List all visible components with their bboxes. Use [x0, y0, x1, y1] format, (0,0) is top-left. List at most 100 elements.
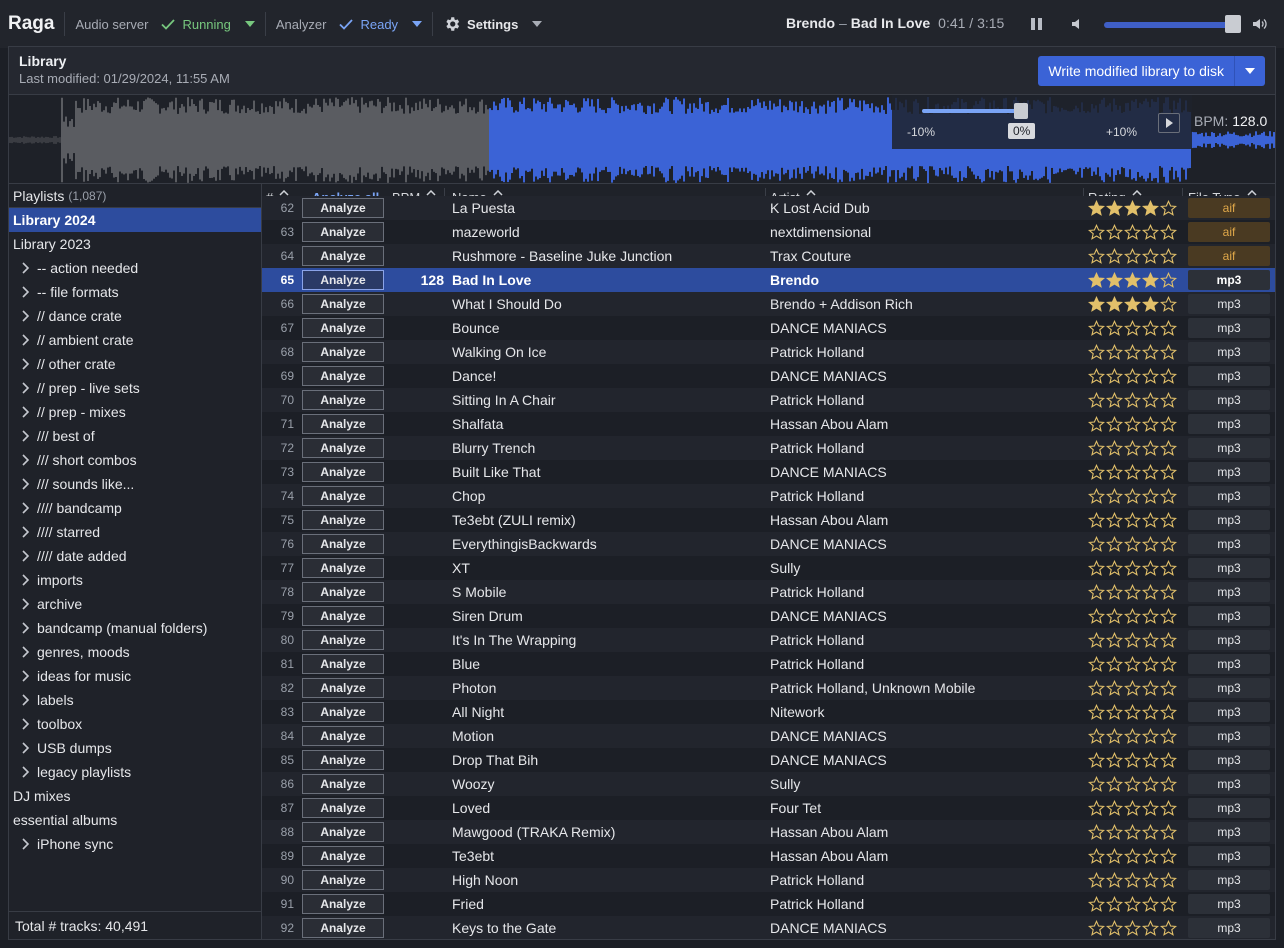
star-empty-icon[interactable] — [1088, 607, 1105, 625]
star-empty-icon[interactable] — [1088, 895, 1105, 913]
star-filled-icon[interactable] — [1088, 271, 1105, 289]
star-empty-icon[interactable] — [1106, 871, 1123, 889]
star-empty-icon[interactable] — [1124, 463, 1141, 481]
analyze-button[interactable]: Analyze — [302, 246, 384, 266]
rating-stars[interactable] — [1088, 727, 1177, 745]
star-filled-icon[interactable] — [1124, 199, 1141, 217]
table-row[interactable]: 77 Analyze XT Sully mp3 — [262, 556, 1275, 580]
tempo-slider[interactable] — [922, 109, 1022, 113]
star-empty-icon[interactable] — [1106, 895, 1123, 913]
analyze-button[interactable]: Analyze — [302, 750, 384, 770]
star-empty-icon[interactable] — [1142, 583, 1159, 601]
star-empty-icon[interactable] — [1160, 895, 1177, 913]
star-empty-icon[interactable] — [1142, 631, 1159, 649]
star-empty-icon[interactable] — [1160, 919, 1177, 937]
table-row[interactable]: 76 Analyze EverythingisBackwards DANCE MANI… — [262, 532, 1275, 556]
rating-stars[interactable] — [1088, 583, 1177, 601]
volume-slider-thumb[interactable] — [1225, 15, 1242, 33]
star-empty-icon[interactable] — [1160, 823, 1177, 841]
analyze-button[interactable]: Analyze — [302, 342, 384, 362]
star-empty-icon[interactable] — [1088, 631, 1105, 649]
star-empty-icon[interactable] — [1142, 655, 1159, 673]
chevron-right-icon[interactable] — [17, 476, 33, 492]
star-empty-icon[interactable] — [1142, 847, 1159, 865]
rating-stars[interactable] — [1088, 631, 1177, 649]
sidebar-item[interactable]: DJ mixes — [9, 784, 261, 808]
chevron-right-icon[interactable] — [17, 452, 33, 468]
chevron-right-icon[interactable] — [17, 740, 33, 756]
star-empty-icon[interactable] — [1088, 775, 1105, 793]
star-empty-icon[interactable] — [1088, 847, 1105, 865]
rating-stars[interactable] — [1088, 655, 1177, 673]
table-row[interactable]: 62 Analyze La Puesta K Lost Acid Dub aif — [262, 196, 1275, 220]
star-empty-icon[interactable] — [1106, 415, 1123, 433]
analyze-button[interactable]: Analyze — [302, 654, 384, 674]
star-empty-icon[interactable] — [1142, 775, 1159, 793]
star-empty-icon[interactable] — [1142, 679, 1159, 697]
star-empty-icon[interactable] — [1106, 487, 1123, 505]
chevron-right-icon[interactable] — [17, 572, 33, 588]
star-empty-icon[interactable] — [1124, 319, 1141, 337]
table-row[interactable]: 71 Analyze Shalfata Hassan Abou Alam mp3 — [262, 412, 1275, 436]
table-row[interactable]: 84 Analyze Motion DANCE MANIACS mp3 — [262, 724, 1275, 748]
analyze-button[interactable]: Analyze — [302, 678, 384, 698]
star-empty-icon[interactable] — [1124, 727, 1141, 745]
star-empty-icon[interactable] — [1106, 703, 1123, 721]
rating-stars[interactable] — [1088, 487, 1177, 505]
rating-stars[interactable] — [1088, 607, 1177, 625]
pause-button[interactable] — [1031, 18, 1043, 30]
star-empty-icon[interactable] — [1160, 583, 1177, 601]
table-row[interactable]: 72 Analyze Blurry Trench Patrick Holland mp3 — [262, 436, 1275, 460]
write-library-button[interactable]: Write modified library to disk — [1038, 56, 1235, 86]
star-empty-icon[interactable] — [1124, 799, 1141, 817]
star-empty-icon[interactable] — [1124, 607, 1141, 625]
star-empty-icon[interactable] — [1088, 535, 1105, 553]
star-empty-icon[interactable] — [1142, 799, 1159, 817]
star-empty-icon[interactable] — [1124, 247, 1141, 265]
table-row[interactable]: 63 Analyze mazeworld nextdimensional aif — [262, 220, 1275, 244]
star-empty-icon[interactable] — [1106, 319, 1123, 337]
star-empty-icon[interactable] — [1160, 847, 1177, 865]
star-empty-icon[interactable] — [1106, 751, 1123, 769]
star-empty-icon[interactable] — [1088, 223, 1105, 241]
star-empty-icon[interactable] — [1160, 391, 1177, 409]
rating-stars[interactable] — [1088, 823, 1177, 841]
sidebar-item[interactable]: /// sounds like... — [9, 472, 261, 496]
table-row[interactable]: 89 Analyze Te3ebt Hassan Abou Alam mp3 — [262, 844, 1275, 868]
table-row[interactable]: 75 Analyze Te3ebt (ZULI remix) Hassan Abou … — [262, 508, 1275, 532]
sidebar-item[interactable]: iPhone sync — [9, 832, 261, 856]
star-empty-icon[interactable] — [1160, 775, 1177, 793]
table-row[interactable]: 91 Analyze Fried Patrick Holland mp3 — [262, 892, 1275, 916]
star-empty-icon[interactable] — [1124, 487, 1141, 505]
star-empty-icon[interactable] — [1088, 367, 1105, 385]
star-empty-icon[interactable] — [1124, 775, 1141, 793]
sidebar-item[interactable]: bandcamp (manual folders) — [9, 616, 261, 640]
chevron-right-icon[interactable] — [17, 404, 33, 420]
analyze-button[interactable]: Analyze — [302, 558, 384, 578]
star-empty-icon[interactable] — [1124, 823, 1141, 841]
star-empty-icon[interactable] — [1088, 391, 1105, 409]
sidebar-item[interactable]: -- action needed — [9, 256, 261, 280]
rating-stars[interactable] — [1088, 463, 1177, 481]
star-empty-icon[interactable] — [1160, 535, 1177, 553]
analyze-button[interactable]: Analyze — [302, 774, 384, 794]
sidebar-item[interactable]: // prep - mixes — [9, 400, 261, 424]
star-filled-icon[interactable] — [1124, 271, 1141, 289]
star-empty-icon[interactable] — [1142, 727, 1159, 745]
rating-stars[interactable] — [1088, 511, 1177, 529]
analyze-button[interactable]: Analyze — [302, 390, 384, 410]
star-empty-icon[interactable] — [1160, 751, 1177, 769]
analyze-button[interactable]: Analyze — [302, 294, 384, 314]
star-filled-icon[interactable] — [1106, 295, 1123, 313]
sidebar-item[interactable]: // prep - live sets — [9, 376, 261, 400]
star-empty-icon[interactable] — [1142, 247, 1159, 265]
analyze-button[interactable]: Analyze — [302, 918, 384, 938]
table-row[interactable]: 80 Analyze It's In The Wrapping Patrick Hol… — [262, 628, 1275, 652]
sidebar-item[interactable]: /// short combos — [9, 448, 261, 472]
star-empty-icon[interactable] — [1142, 511, 1159, 529]
sidebar-item[interactable]: // ambient crate — [9, 328, 261, 352]
star-empty-icon[interactable] — [1106, 247, 1123, 265]
table-row[interactable]: 79 Analyze Siren Drum DANCE MANIACS mp3 — [262, 604, 1275, 628]
analyze-button[interactable]: Analyze — [302, 198, 384, 218]
sidebar-item[interactable]: labels — [9, 688, 261, 712]
